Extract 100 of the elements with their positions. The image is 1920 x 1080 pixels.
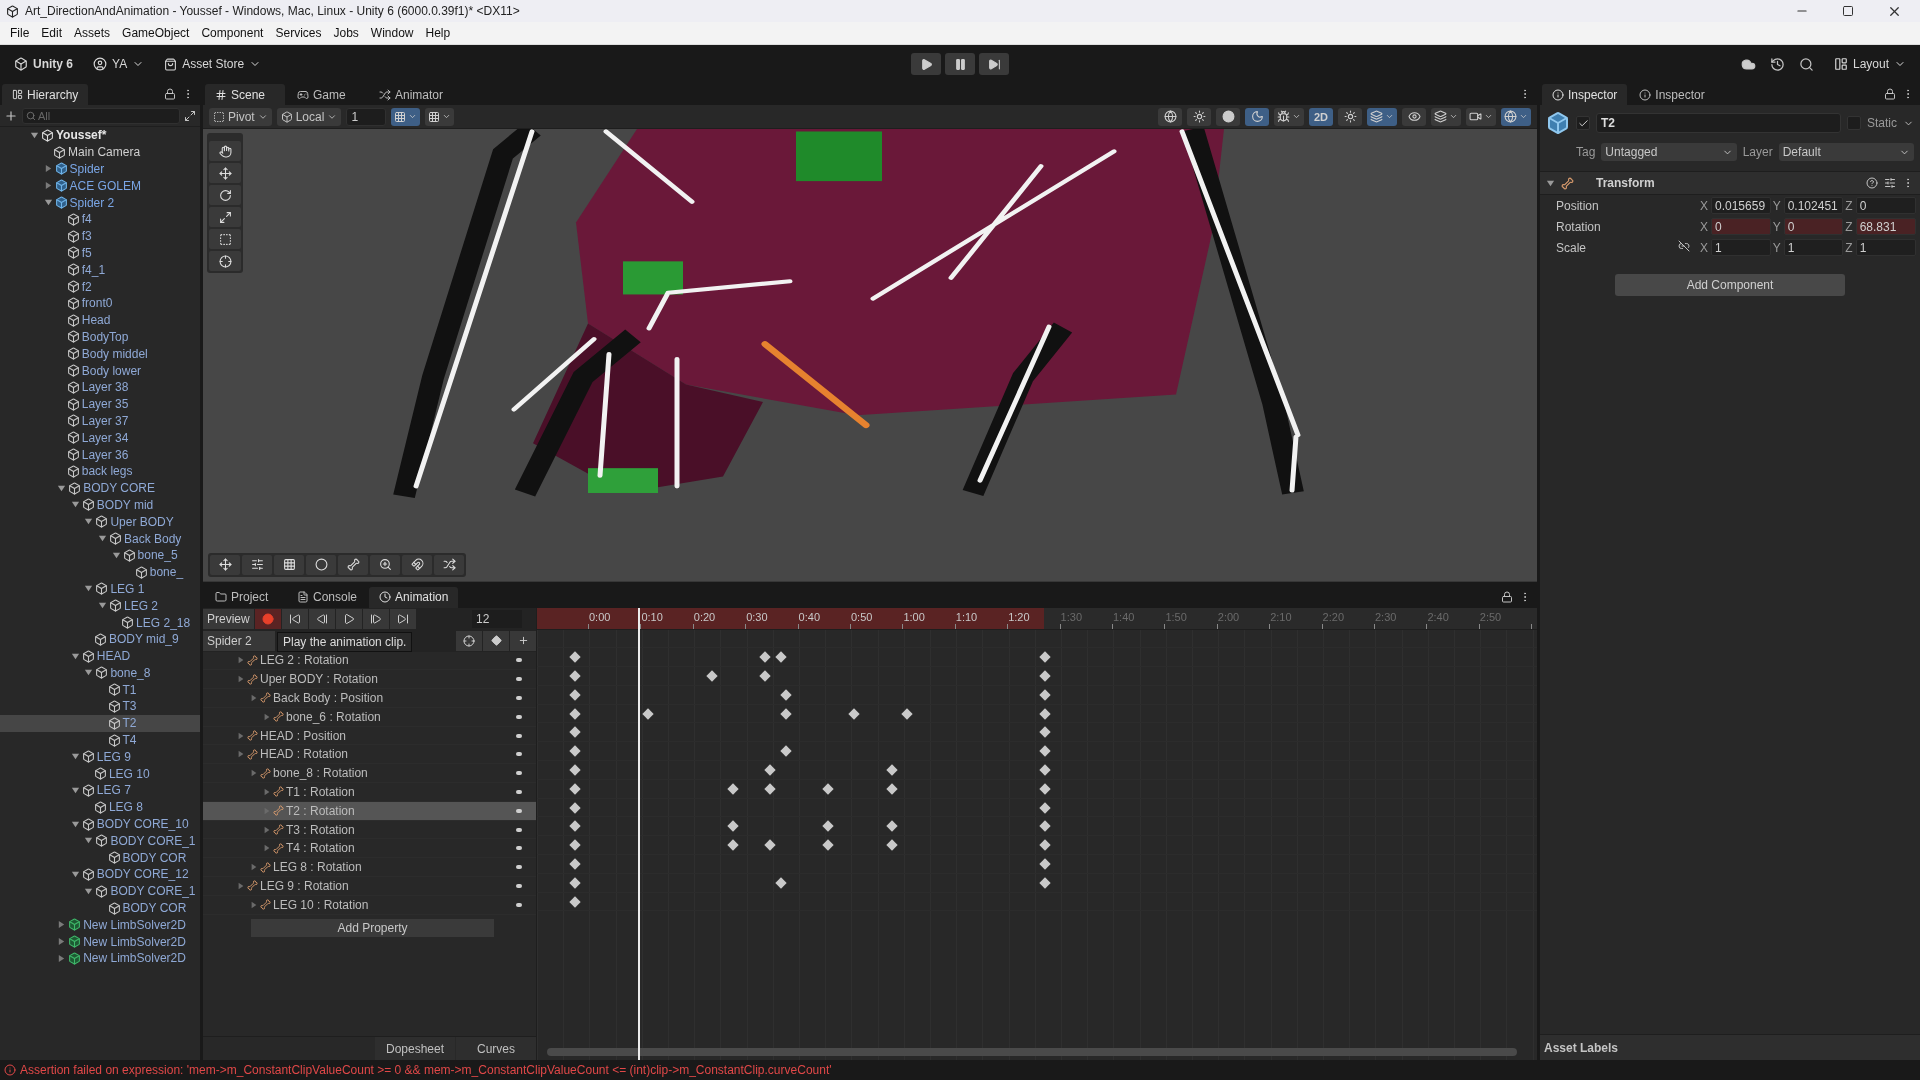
shaded-button[interactable] bbox=[1216, 107, 1240, 126]
keyframe[interactable] bbox=[569, 839, 581, 851]
search-field[interactable]: All bbox=[22, 107, 180, 124]
last-frame-button[interactable] bbox=[389, 608, 416, 629]
asset-store-button[interactable]: Asset Store bbox=[158, 52, 268, 76]
keyframe[interactable] bbox=[727, 839, 739, 851]
view-tab[interactable]: Scene bbox=[205, 84, 285, 105]
number-field[interactable]: 68.831 bbox=[1855, 218, 1916, 235]
caret-icon[interactable] bbox=[250, 694, 258, 702]
hierarchy-item[interactable]: bone_5 bbox=[0, 546, 200, 564]
menu-item[interactable]: Assets bbox=[68, 24, 117, 42]
unlinked-icon[interactable] bbox=[1678, 240, 1690, 252]
number-field[interactable]: 0 bbox=[1855, 197, 1916, 214]
caret-icon[interactable] bbox=[43, 164, 53, 174]
play-button[interactable] bbox=[911, 53, 941, 75]
hierarchy-item[interactable]: Youssef* bbox=[0, 127, 200, 144]
history-icon[interactable] bbox=[1769, 56, 1785, 72]
add-event-button[interactable] bbox=[510, 630, 536, 651]
step-button[interactable] bbox=[979, 53, 1009, 75]
caret-icon[interactable] bbox=[98, 601, 107, 611]
keyframe[interactable] bbox=[901, 708, 913, 720]
keyframe[interactable] bbox=[569, 745, 581, 757]
hierarchy-item[interactable]: BODY CORE_10 bbox=[0, 815, 200, 833]
search-icon[interactable] bbox=[1798, 56, 1814, 72]
keyframe[interactable] bbox=[569, 708, 581, 720]
hierarchy-item[interactable]: LEG 2_18 bbox=[0, 614, 200, 631]
visibility-button[interactable] bbox=[1402, 107, 1426, 126]
track-menu-icon[interactable] bbox=[516, 658, 522, 663]
caret-icon[interactable] bbox=[250, 900, 258, 909]
hierarchy-item[interactable]: f4 bbox=[0, 211, 200, 228]
hierarchy-item[interactable]: BODY CORE_12 bbox=[0, 866, 200, 883]
hierarchy-item[interactable]: BODY COR bbox=[0, 899, 200, 917]
overlay-tool-button[interactable] bbox=[370, 554, 400, 575]
caret-icon[interactable] bbox=[70, 785, 80, 795]
keyframe[interactable] bbox=[779, 745, 792, 757]
hierarchy-item[interactable]: f3 bbox=[0, 227, 200, 245]
hierarchy-item[interactable]: New LimbSolver2D bbox=[0, 933, 200, 951]
keyframe[interactable] bbox=[1039, 745, 1051, 757]
hierarchy-item[interactable]: Main Camera bbox=[0, 143, 200, 161]
keyframe[interactable] bbox=[569, 820, 581, 833]
keyframe[interactable] bbox=[1039, 689, 1051, 701]
keyframe[interactable] bbox=[1039, 670, 1051, 682]
view-mode-button[interactable]: Curves bbox=[456, 1037, 536, 1060]
hierarchy-item[interactable]: Body middel bbox=[0, 345, 200, 363]
keyframe[interactable] bbox=[775, 877, 787, 889]
track-menu-icon[interactable] bbox=[516, 677, 522, 682]
track-menu-icon[interactable] bbox=[516, 752, 522, 757]
preview-button[interactable]: Preview bbox=[203, 608, 254, 629]
keyframe[interactable] bbox=[1039, 764, 1051, 776]
keyframe[interactable] bbox=[1039, 708, 1051, 720]
caret-icon[interactable] bbox=[57, 920, 67, 930]
caret-icon[interactable] bbox=[263, 825, 271, 834]
keyframe[interactable] bbox=[706, 670, 718, 682]
overlay-tool-button[interactable] bbox=[338, 554, 368, 575]
keyframe[interactable] bbox=[569, 858, 581, 870]
hierarchy-item[interactable]: BODY CORE_1 bbox=[0, 832, 200, 850]
menu-item[interactable]: Component bbox=[195, 24, 270, 42]
hierarchy-item[interactable]: BODY CORE bbox=[0, 479, 200, 497]
menu-item[interactable]: Jobs bbox=[327, 24, 365, 42]
console-error-message[interactable]: Assertion failed on expression: 'mem->m_ConstantClipValueCount >= 0 && mem->m_ConstantClipValueCount <= (int)clip->m_ConstantClip.curveCount' bbox=[20, 1063, 832, 1077]
keyframe[interactable] bbox=[886, 764, 898, 776]
caret-icon[interactable] bbox=[237, 675, 245, 684]
hierarchy-item[interactable]: BODY COR bbox=[0, 849, 200, 867]
overlay-tool-button[interactable] bbox=[274, 554, 304, 575]
hierarchy-item[interactable]: Layer 37 bbox=[0, 412, 200, 430]
caret-icon[interactable] bbox=[84, 886, 94, 896]
rect-tool-button[interactable] bbox=[209, 229, 241, 249]
hierarchy-item[interactable]: Layer 34 bbox=[0, 429, 200, 447]
hierarchy-item[interactable]: BODY mid bbox=[0, 496, 200, 514]
hierarchy-item[interactable]: LEG 9 bbox=[0, 748, 200, 766]
clip-dropdown[interactable]: Spider 2 bbox=[203, 630, 275, 651]
hierarchy-item[interactable]: LEG 8 bbox=[0, 798, 200, 816]
track-menu-icon[interactable] bbox=[516, 902, 522, 907]
hierarchy-item[interactable]: bone_8 bbox=[0, 664, 200, 682]
track-menu-icon[interactable] bbox=[516, 865, 522, 870]
move-tool-button[interactable] bbox=[209, 163, 241, 183]
hierarchy-item[interactable]: Uper BODY bbox=[0, 513, 200, 531]
caret-icon[interactable] bbox=[1546, 178, 1555, 188]
effects-button[interactable] bbox=[1367, 107, 1397, 126]
keyframe[interactable] bbox=[569, 651, 581, 663]
scrollbar[interactable] bbox=[547, 1048, 1517, 1056]
target-button[interactable] bbox=[456, 630, 482, 651]
hierarchy-item[interactable]: Back Body bbox=[0, 530, 200, 547]
caret-icon[interactable] bbox=[70, 819, 80, 829]
menu-item[interactable]: Edit bbox=[35, 24, 69, 42]
caret-icon[interactable] bbox=[70, 500, 80, 510]
keyframe[interactable] bbox=[886, 783, 898, 795]
track-menu-icon[interactable] bbox=[516, 733, 522, 738]
keyframe[interactable] bbox=[1039, 858, 1051, 870]
account-button[interactable]: YA bbox=[87, 52, 151, 76]
rotate-tool-button[interactable] bbox=[209, 185, 241, 205]
pivot-dropdown[interactable]: Pivot bbox=[209, 107, 272, 126]
hierarchy-tab[interactable]: Hierarchy bbox=[2, 84, 89, 105]
frame-field[interactable]: 12 bbox=[472, 609, 522, 628]
debug-button[interactable] bbox=[1274, 107, 1304, 126]
panel-tab[interactable]: Animation bbox=[369, 586, 459, 608]
hand-tool-button[interactable] bbox=[209, 141, 241, 161]
track-menu-icon[interactable] bbox=[516, 789, 522, 794]
hierarchy-item[interactable]: BODY mid_9 bbox=[0, 630, 200, 648]
first-frame-button[interactable] bbox=[281, 608, 308, 629]
